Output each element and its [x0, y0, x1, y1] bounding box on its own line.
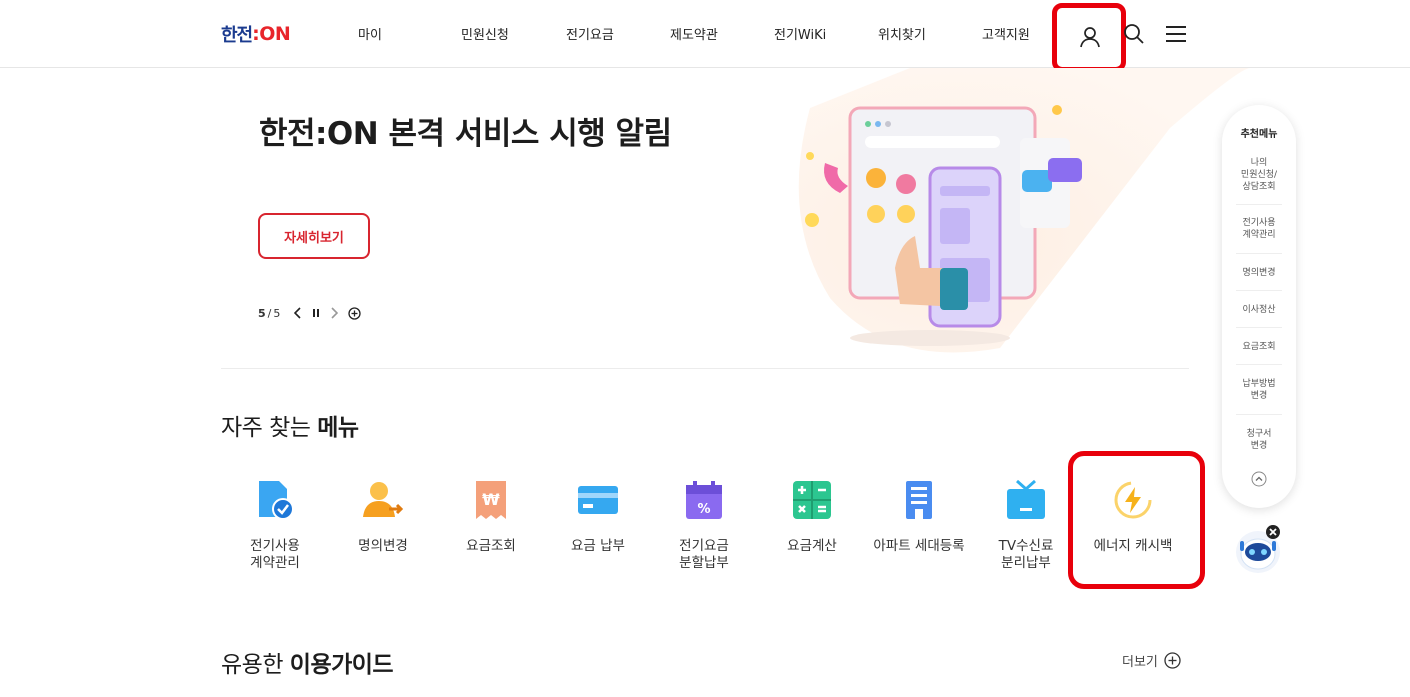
menu-item-energy-cashback[interactable]: 에너지 캐시백: [1078, 478, 1188, 555]
prev-banner-button[interactable]: [294, 307, 302, 319]
energy-bolt-icon: [1111, 478, 1155, 522]
menu-button[interactable]: [1164, 22, 1188, 46]
page: 한전 :ON 마이 민원신청 전기요금 제도약관 전기WiKi 위치찾기 고객지…: [0, 0, 1410, 697]
calculator-icon: [790, 478, 834, 522]
more-label: 더보기: [1122, 655, 1158, 670]
menu-item-bill-payment[interactable]: 요금 납부: [543, 478, 653, 555]
nav-location[interactable]: 위치찾기: [878, 24, 926, 43]
pause-icon: [313, 309, 320, 317]
menu-item-label: 전기사용 계약관리: [250, 538, 300, 571]
search-button[interactable]: [1122, 22, 1146, 46]
nav-support[interactable]: 고객지원: [982, 24, 1030, 43]
apartment-building-icon: [897, 478, 941, 522]
menu-item-label: 요금 납부: [571, 538, 625, 554]
side-divider: [1236, 327, 1282, 328]
pause-banner-button[interactable]: [312, 308, 320, 318]
side-item-my-request[interactable]: 나의 민원신청/ 상담조회: [1232, 157, 1286, 193]
hero-title: 한전:ON 본격 서비스 시행 알림: [259, 116, 672, 152]
tv-icon: [1004, 478, 1048, 522]
search-icon: [1124, 24, 1144, 44]
plus-circle-icon: [1164, 652, 1181, 669]
side-divider: [1236, 290, 1282, 291]
side-menu-title: 추천메뉴: [1240, 129, 1278, 140]
menu-item-label: 명의변경: [358, 538, 408, 554]
menu-item-label: 요금조회: [466, 538, 516, 554]
top-header: 한전 :ON 마이 민원신청 전기요금 제도약관 전기WiKi 위치찾기 고객지…: [0, 0, 1410, 72]
chatbot-robot-icon: [1236, 525, 1280, 573]
pager-separator: /: [267, 306, 272, 320]
side-quick-menu: 추천메뉴 나의 민원신청/ 상담조회 전기사용 계약관리 명의변경 이사정산 요…: [1222, 105, 1296, 508]
chevron-up-icon: [1251, 471, 1267, 487]
menu-item-calculator[interactable]: 요금계산: [757, 478, 867, 555]
detail-button[interactable]: 자세히보기: [258, 213, 370, 259]
menu-item-installment[interactable]: % 전기요금 분할납부: [649, 478, 759, 572]
nav-wiki[interactable]: 전기WiKi: [774, 24, 826, 43]
menu-item-contract[interactable]: 전기사용 계약관리: [220, 478, 330, 572]
next-banner-button[interactable]: [330, 307, 339, 319]
svg-text:₩: ₩: [482, 490, 500, 509]
guide-title-normal: 유용한: [221, 652, 290, 678]
side-item-contract[interactable]: 전기사용 계약관리: [1232, 217, 1286, 241]
frequent-menu-title: 자주 찾는 메뉴: [221, 408, 359, 442]
side-divider: [1236, 364, 1282, 365]
frequent-title-bold: 메뉴: [317, 415, 359, 441]
contract-document-icon: [253, 478, 297, 522]
menu-item-name-change[interactable]: 명의변경: [328, 478, 438, 555]
banner-more-button[interactable]: [348, 306, 362, 320]
calendar-percent-icon: %: [682, 478, 726, 522]
nav-civil-request[interactable]: 민원신청: [461, 24, 509, 43]
logo-text: 한전: [221, 25, 253, 46]
pager-current: 5: [258, 306, 266, 320]
menu-item-apartment[interactable]: 아파트 세대등록: [864, 478, 974, 555]
nav-electricity-bill[interactable]: 전기요금: [566, 24, 614, 43]
frequent-title-normal: 자주 찾는: [221, 415, 318, 441]
banner-pager: 5 / 5: [258, 304, 362, 322]
menu-item-label: 아파트 세대등록: [873, 538, 965, 554]
menu-item-tv-fee[interactable]: TV수신료 분리납부: [971, 478, 1081, 572]
svg-text:%: %: [697, 502, 710, 517]
kepco-on-logo[interactable]: 한전 :ON: [221, 22, 291, 46]
pager-total: 5: [273, 306, 281, 320]
menu-item-label: 전기요금 분할납부: [679, 538, 729, 571]
person-transfer-icon: [361, 478, 405, 522]
logo-on-text: :ON: [252, 23, 291, 45]
more-button[interactable]: 더보기: [1122, 651, 1181, 670]
hamburger-icon: [1166, 26, 1186, 42]
credit-card-icon: [576, 478, 620, 522]
side-item-bill-inquiry[interactable]: 요금조회: [1232, 341, 1286, 353]
user-button[interactable]: [1062, 9, 1118, 65]
nav-terms[interactable]: 제도약관: [670, 24, 718, 43]
side-item-invoice[interactable]: 청구서 변경: [1232, 428, 1286, 452]
won-receipt-icon: ₩: [469, 478, 513, 522]
side-item-payment-method[interactable]: 납부방법 변경: [1232, 378, 1286, 402]
plus-circle-icon: [348, 306, 362, 320]
menu-item-label: TV수신료 분리납부: [998, 538, 1054, 571]
menu-item-label: 에너지 캐시백: [1093, 538, 1173, 554]
chatbot-button[interactable]: [1234, 522, 1284, 582]
guide-title-bold: 이용가이드: [289, 652, 394, 678]
chevron-left-icon: [294, 307, 301, 319]
chevron-right-icon: [331, 307, 339, 319]
side-divider: [1236, 414, 1282, 415]
hero-illustration: [798, 68, 1250, 353]
side-divider: [1236, 204, 1282, 205]
menu-item-bill-inquiry[interactable]: ₩ 요금조회: [436, 478, 546, 555]
user-icon: [1080, 27, 1100, 48]
side-divider: [1236, 253, 1282, 254]
guide-title: 유용한 이용가이드: [221, 645, 394, 679]
menu-item-label: 요금계산: [787, 538, 837, 554]
section-divider: [221, 368, 1189, 369]
side-item-name-change[interactable]: 명의변경: [1232, 267, 1286, 279]
scroll-top-button[interactable]: [1251, 471, 1267, 487]
side-item-move-settlement[interactable]: 이사정산: [1232, 304, 1286, 316]
nav-my[interactable]: 마이: [358, 24, 382, 43]
